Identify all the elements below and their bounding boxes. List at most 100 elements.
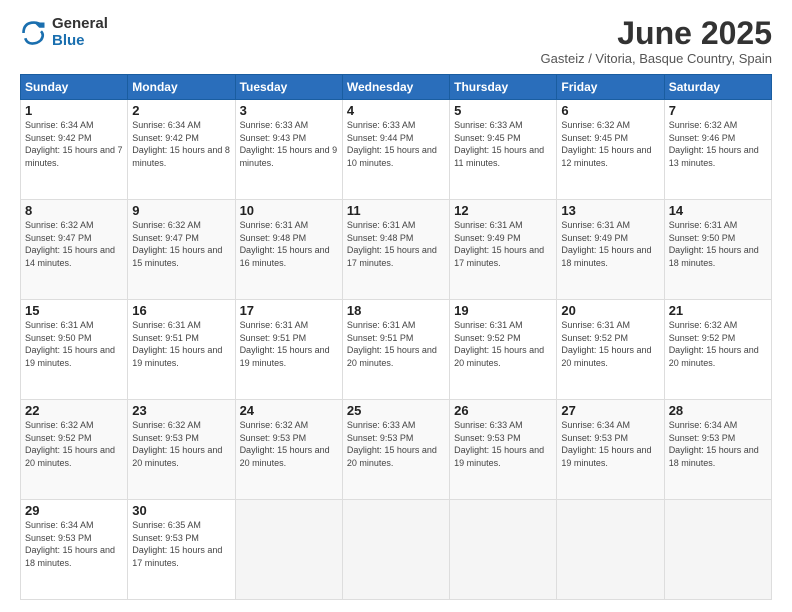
day-info: Sunrise: 6:33 AM Sunset: 9:44 PM Dayligh… (347, 119, 445, 169)
day-number: 7 (669, 103, 767, 118)
calendar-cell: 11 Sunrise: 6:31 AM Sunset: 9:48 PM Dayl… (342, 200, 449, 300)
day-info: Sunrise: 6:34 AM Sunset: 9:53 PM Dayligh… (561, 419, 659, 469)
logo-icon (20, 19, 48, 47)
calendar-cell: 5 Sunrise: 6:33 AM Sunset: 9:45 PM Dayli… (450, 100, 557, 200)
logo-general: General (52, 16, 108, 33)
calendar-cell: 16 Sunrise: 6:31 AM Sunset: 9:51 PM Dayl… (128, 300, 235, 400)
calendar-cell (450, 500, 557, 600)
calendar-cell (664, 500, 771, 600)
calendar-cell: 27 Sunrise: 6:34 AM Sunset: 9:53 PM Dayl… (557, 400, 664, 500)
calendar-cell: 28 Sunrise: 6:34 AM Sunset: 9:53 PM Dayl… (664, 400, 771, 500)
title-block: June 2025 Gasteiz / Vitoria, Basque Coun… (541, 16, 772, 66)
title-month: June 2025 (541, 16, 772, 51)
day-info: Sunrise: 6:31 AM Sunset: 9:48 PM Dayligh… (240, 219, 338, 269)
day-number: 11 (347, 203, 445, 218)
logo-text: General Blue (52, 16, 108, 49)
header-monday: Monday (128, 75, 235, 100)
day-number: 19 (454, 303, 552, 318)
day-info: Sunrise: 6:32 AM Sunset: 9:53 PM Dayligh… (240, 419, 338, 469)
logo: General Blue (20, 16, 108, 49)
day-info: Sunrise: 6:34 AM Sunset: 9:42 PM Dayligh… (132, 119, 230, 169)
calendar-cell (557, 500, 664, 600)
day-info: Sunrise: 6:34 AM Sunset: 9:53 PM Dayligh… (669, 419, 767, 469)
calendar-week-2: 8 Sunrise: 6:32 AM Sunset: 9:47 PM Dayli… (21, 200, 772, 300)
header: General Blue June 2025 Gasteiz / Vitoria… (20, 16, 772, 66)
calendar-cell: 29 Sunrise: 6:34 AM Sunset: 9:53 PM Dayl… (21, 500, 128, 600)
calendar-cell: 3 Sunrise: 6:33 AM Sunset: 9:43 PM Dayli… (235, 100, 342, 200)
calendar-cell (342, 500, 449, 600)
calendar-cell: 25 Sunrise: 6:33 AM Sunset: 9:53 PM Dayl… (342, 400, 449, 500)
day-number: 13 (561, 203, 659, 218)
logo-blue: Blue (52, 33, 108, 50)
day-number: 17 (240, 303, 338, 318)
day-number: 25 (347, 403, 445, 418)
calendar-cell: 7 Sunrise: 6:32 AM Sunset: 9:46 PM Dayli… (664, 100, 771, 200)
day-number: 20 (561, 303, 659, 318)
day-number: 16 (132, 303, 230, 318)
calendar-cell: 30 Sunrise: 6:35 AM Sunset: 9:53 PM Dayl… (128, 500, 235, 600)
day-info: Sunrise: 6:32 AM Sunset: 9:52 PM Dayligh… (669, 319, 767, 369)
calendar-cell: 14 Sunrise: 6:31 AM Sunset: 9:50 PM Dayl… (664, 200, 771, 300)
day-number: 27 (561, 403, 659, 418)
day-number: 3 (240, 103, 338, 118)
day-number: 24 (240, 403, 338, 418)
day-info: Sunrise: 6:32 AM Sunset: 9:53 PM Dayligh… (132, 419, 230, 469)
day-info: Sunrise: 6:31 AM Sunset: 9:52 PM Dayligh… (561, 319, 659, 369)
day-info: Sunrise: 6:31 AM Sunset: 9:51 PM Dayligh… (240, 319, 338, 369)
day-info: Sunrise: 6:31 AM Sunset: 9:50 PM Dayligh… (25, 319, 123, 369)
calendar-cell: 18 Sunrise: 6:31 AM Sunset: 9:51 PM Dayl… (342, 300, 449, 400)
day-number: 21 (669, 303, 767, 318)
calendar-week-4: 22 Sunrise: 6:32 AM Sunset: 9:52 PM Dayl… (21, 400, 772, 500)
calendar-table: SundayMondayTuesdayWednesdayThursdayFrid… (20, 74, 772, 600)
day-info: Sunrise: 6:32 AM Sunset: 9:47 PM Dayligh… (25, 219, 123, 269)
day-number: 6 (561, 103, 659, 118)
day-info: Sunrise: 6:31 AM Sunset: 9:49 PM Dayligh… (561, 219, 659, 269)
title-location: Gasteiz / Vitoria, Basque Country, Spain (541, 51, 772, 66)
day-number: 1 (25, 103, 123, 118)
day-number: 14 (669, 203, 767, 218)
day-info: Sunrise: 6:34 AM Sunset: 9:53 PM Dayligh… (25, 519, 123, 569)
calendar-cell: 10 Sunrise: 6:31 AM Sunset: 9:48 PM Dayl… (235, 200, 342, 300)
day-number: 2 (132, 103, 230, 118)
day-info: Sunrise: 6:35 AM Sunset: 9:53 PM Dayligh… (132, 519, 230, 569)
day-number: 8 (25, 203, 123, 218)
day-info: Sunrise: 6:32 AM Sunset: 9:45 PM Dayligh… (561, 119, 659, 169)
header-saturday: Saturday (664, 75, 771, 100)
calendar-cell: 9 Sunrise: 6:32 AM Sunset: 9:47 PM Dayli… (128, 200, 235, 300)
header-sunday: Sunday (21, 75, 128, 100)
calendar-week-5: 29 Sunrise: 6:34 AM Sunset: 9:53 PM Dayl… (21, 500, 772, 600)
calendar-cell: 21 Sunrise: 6:32 AM Sunset: 9:52 PM Dayl… (664, 300, 771, 400)
day-info: Sunrise: 6:32 AM Sunset: 9:47 PM Dayligh… (132, 219, 230, 269)
day-number: 30 (132, 503, 230, 518)
day-info: Sunrise: 6:33 AM Sunset: 9:53 PM Dayligh… (347, 419, 445, 469)
calendar-week-1: 1 Sunrise: 6:34 AM Sunset: 9:42 PM Dayli… (21, 100, 772, 200)
calendar-cell: 24 Sunrise: 6:32 AM Sunset: 9:53 PM Dayl… (235, 400, 342, 500)
day-number: 12 (454, 203, 552, 218)
day-info: Sunrise: 6:34 AM Sunset: 9:42 PM Dayligh… (25, 119, 123, 169)
day-info: Sunrise: 6:32 AM Sunset: 9:52 PM Dayligh… (25, 419, 123, 469)
calendar-cell: 23 Sunrise: 6:32 AM Sunset: 9:53 PM Dayl… (128, 400, 235, 500)
calendar-header-row: SundayMondayTuesdayWednesdayThursdayFrid… (21, 75, 772, 100)
calendar-cell: 26 Sunrise: 6:33 AM Sunset: 9:53 PM Dayl… (450, 400, 557, 500)
calendar-cell: 4 Sunrise: 6:33 AM Sunset: 9:44 PM Dayli… (342, 100, 449, 200)
day-number: 22 (25, 403, 123, 418)
day-info: Sunrise: 6:31 AM Sunset: 9:52 PM Dayligh… (454, 319, 552, 369)
header-thursday: Thursday (450, 75, 557, 100)
day-number: 15 (25, 303, 123, 318)
page: General Blue June 2025 Gasteiz / Vitoria… (0, 0, 792, 612)
calendar-cell: 6 Sunrise: 6:32 AM Sunset: 9:45 PM Dayli… (557, 100, 664, 200)
day-number: 29 (25, 503, 123, 518)
header-tuesday: Tuesday (235, 75, 342, 100)
calendar-cell: 12 Sunrise: 6:31 AM Sunset: 9:49 PM Dayl… (450, 200, 557, 300)
day-info: Sunrise: 6:31 AM Sunset: 9:50 PM Dayligh… (669, 219, 767, 269)
day-number: 23 (132, 403, 230, 418)
calendar-cell: 8 Sunrise: 6:32 AM Sunset: 9:47 PM Dayli… (21, 200, 128, 300)
calendar-cell: 19 Sunrise: 6:31 AM Sunset: 9:52 PM Dayl… (450, 300, 557, 400)
day-info: Sunrise: 6:33 AM Sunset: 9:45 PM Dayligh… (454, 119, 552, 169)
day-info: Sunrise: 6:33 AM Sunset: 9:53 PM Dayligh… (454, 419, 552, 469)
day-number: 26 (454, 403, 552, 418)
calendar-cell: 15 Sunrise: 6:31 AM Sunset: 9:50 PM Dayl… (21, 300, 128, 400)
header-friday: Friday (557, 75, 664, 100)
day-number: 28 (669, 403, 767, 418)
calendar-cell: 1 Sunrise: 6:34 AM Sunset: 9:42 PM Dayli… (21, 100, 128, 200)
